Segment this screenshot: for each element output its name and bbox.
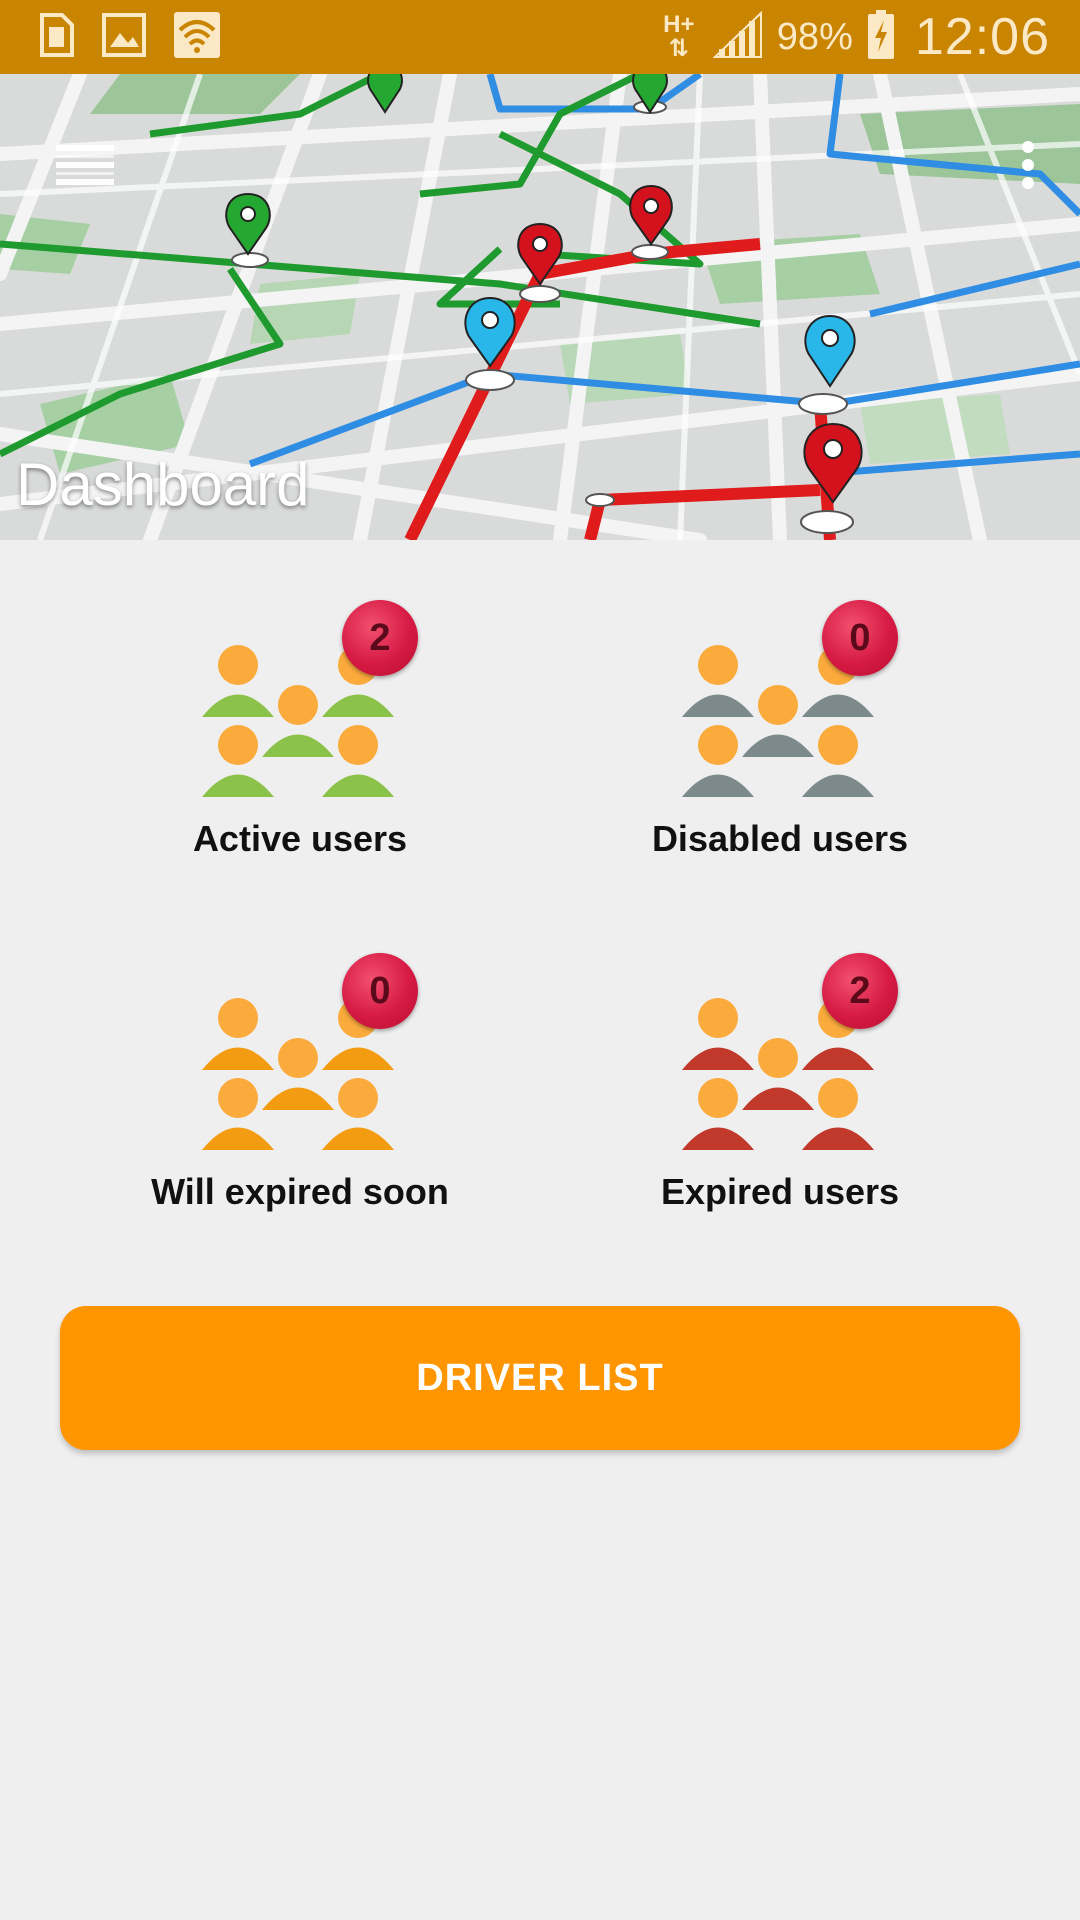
tile-expired-users[interactable]: 2 Expired users [540, 893, 1020, 1213]
count-badge: 0 [342, 953, 418, 1029]
tile-active-users[interactable]: 2 Active users [60, 540, 540, 860]
clock: 12:06 [914, 8, 1050, 66]
tile-disabled-users[interactable]: 0 Disabled users [540, 540, 1020, 860]
count-badge: 2 [342, 600, 418, 676]
status-right-icons: H+ ⇅ 98% 12:06 [659, 7, 1050, 67]
icon-wrap: 0 [200, 953, 418, 1150]
header-banner: Dashboard [0, 74, 1080, 540]
tile-label: Will expired soon [151, 1171, 449, 1212]
icon-wrap: 0 [680, 600, 898, 797]
network-type-text: H+ [663, 11, 695, 38]
battery-charging-icon [867, 9, 895, 65]
status-bar: H+ ⇅ 98% 12:06 [0, 0, 1080, 74]
tile-label: Expired users [660, 1171, 900, 1212]
icon-wrap: 2 [200, 600, 418, 797]
signal-icon [712, 10, 763, 64]
menu-button[interactable] [50, 132, 120, 202]
dashboard-grid: 2 Active users 0 Disabled users 0 Will e… [0, 540, 1080, 1240]
status-left-icons [40, 11, 248, 63]
count-badge: 0 [822, 600, 898, 676]
tile-will-expire-soon[interactable]: 0 Will expired soon [60, 893, 540, 1213]
driver-list-button[interactable]: DRIVER LIST [60, 1306, 1020, 1450]
more-vertical-icon [1021, 140, 1035, 195]
icon-wrap: 2 [680, 953, 898, 1150]
network-data-icon: H+ ⇅ [663, 11, 695, 62]
tile-label: Active users [192, 818, 408, 859]
sim-card-icon [40, 12, 74, 62]
wifi-icon [174, 11, 220, 63]
battery-percent: 98% [776, 15, 853, 58]
hamburger-menu-icon [56, 143, 114, 192]
count-badge: 2 [822, 953, 898, 1029]
page-title: Dashboard [16, 451, 310, 518]
image-icon [102, 12, 146, 62]
overflow-menu-button[interactable] [998, 132, 1058, 202]
tile-label: Disabled users [651, 818, 909, 859]
